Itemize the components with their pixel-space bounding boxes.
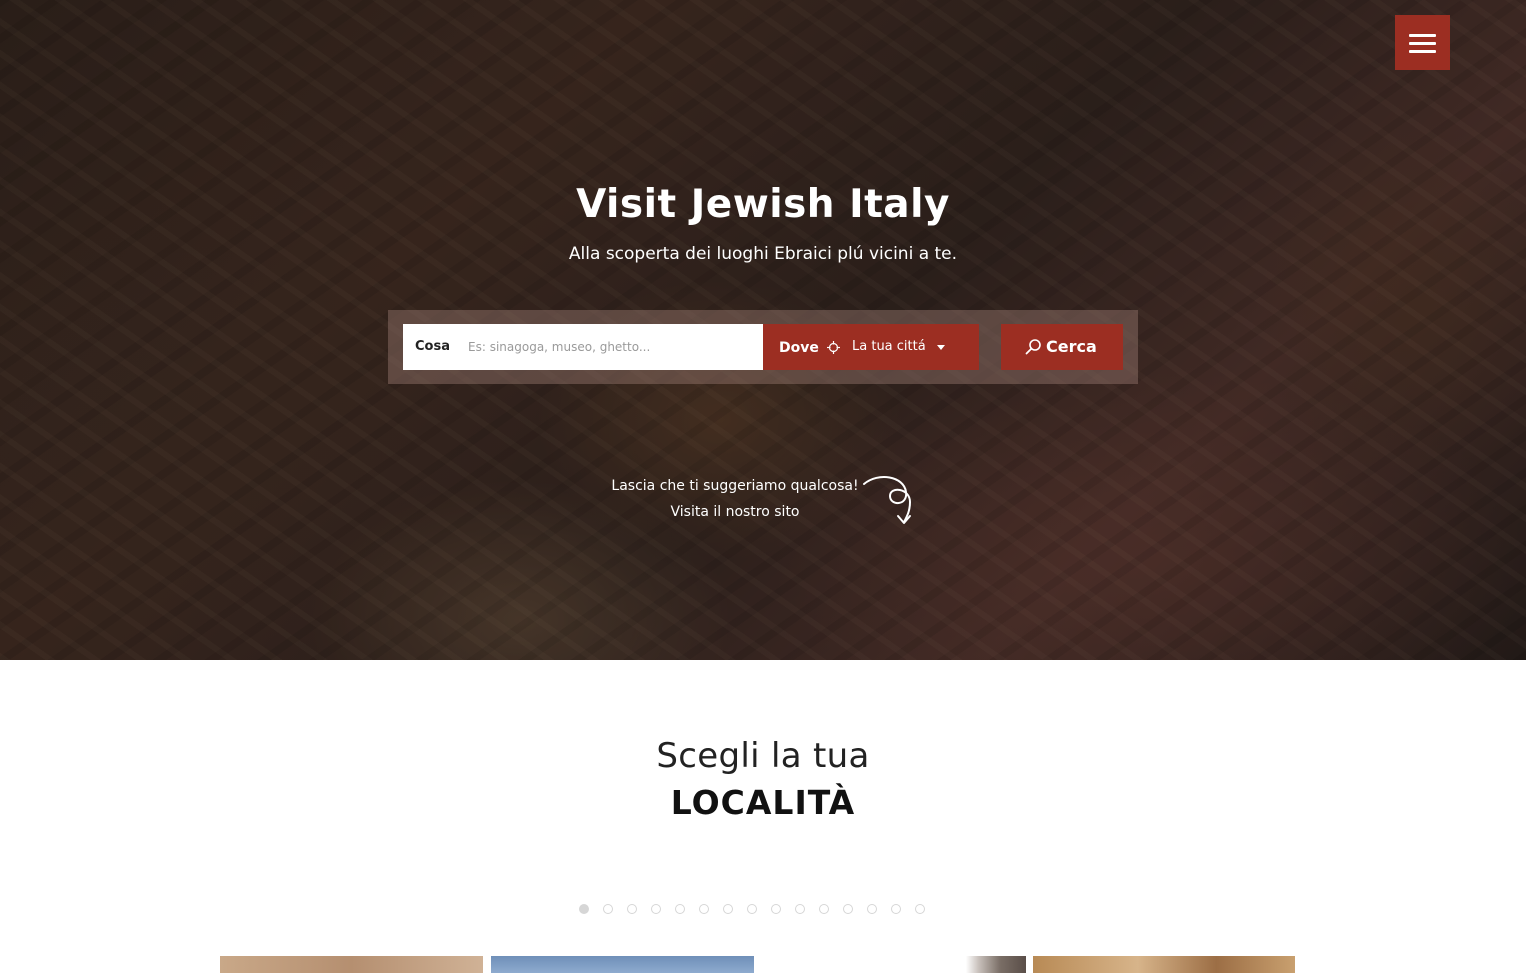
hamburger-icon-bar <box>1409 50 1436 53</box>
carousel-dot[interactable] <box>579 904 589 914</box>
city-select-value: La tua cittá <box>852 339 926 354</box>
section-kicker: Scegli la tua <box>656 736 870 776</box>
carousel-dot[interactable] <box>819 904 829 914</box>
caret-down-icon <box>937 345 945 350</box>
menu-button[interactable] <box>1395 15 1450 70</box>
suggestion-text: Lascia che ti suggeriamo qualcosa! <box>611 478 859 494</box>
search-button-label: Cerca <box>1046 337 1097 356</box>
carousel-dot[interactable] <box>915 904 925 914</box>
cosa-label: Cosa <box>415 339 450 354</box>
section-title: LOCALITÀ <box>670 783 856 822</box>
dove-dropdown[interactable]: Dove La tua cittá <box>763 324 979 370</box>
carousel-dot[interactable] <box>747 904 757 914</box>
carousel-dot[interactable] <box>795 904 805 914</box>
swirl-arrow-icon <box>863 476 912 524</box>
location-card[interactable] <box>940 956 1026 973</box>
carousel-dot[interactable] <box>867 904 877 914</box>
cosa-field[interactable]: Cosa <box>403 324 763 370</box>
hero-subtitle: Alla scoperta dei luoghi Ebraici plú vic… <box>568 244 958 264</box>
carousel-dot[interactable] <box>627 904 637 914</box>
location-card[interactable] <box>220 956 483 973</box>
search-button[interactable]: Cerca <box>1001 324 1123 370</box>
carousel-dot[interactable] <box>699 904 709 914</box>
carousel-dot[interactable] <box>771 904 781 914</box>
carousel-dots <box>579 904 925 916</box>
carousel-dot[interactable] <box>675 904 685 914</box>
cosa-input[interactable] <box>466 332 751 362</box>
hamburger-icon-bar <box>1409 42 1436 45</box>
hero-section: Visit Jewish Italy Alla scoperta dei luo… <box>0 0 1526 660</box>
dove-label: Dove <box>779 340 819 356</box>
location-card[interactable] <box>491 956 754 973</box>
hamburger-icon <box>1409 34 1436 37</box>
visit-site-link[interactable]: Visita il nostro sito <box>600 504 870 520</box>
search-panel: Cosa Dove La tua cittá Cerca <box>388 310 1138 384</box>
carousel-dot[interactable] <box>723 904 733 914</box>
search-icon <box>1025 339 1041 355</box>
carousel-dot[interactable] <box>891 904 901 914</box>
crosshair-icon[interactable] <box>827 341 840 354</box>
carousel-dot[interactable] <box>603 904 613 914</box>
location-card[interactable] <box>1033 956 1295 973</box>
carousel-dot[interactable] <box>651 904 661 914</box>
hero-title: Visit Jewish Italy <box>576 182 950 227</box>
carousel-dot[interactable] <box>843 904 853 914</box>
